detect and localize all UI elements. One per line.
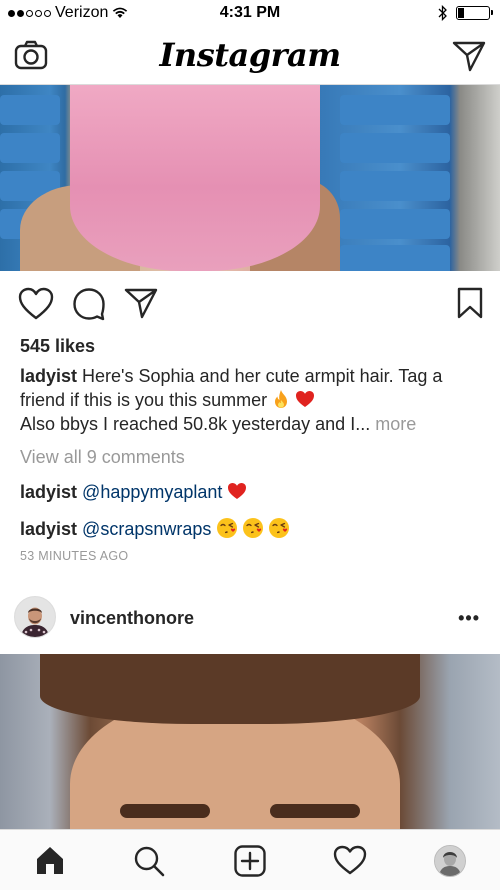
comment-mention[interactable]: @happymyaplant [82, 482, 222, 502]
post-image[interactable] [0, 85, 500, 271]
comment-icon[interactable] [72, 287, 106, 321]
user-avatar[interactable] [14, 596, 56, 638]
profile-avatar[interactable] [434, 845, 466, 877]
new-post-icon[interactable] [234, 845, 266, 877]
caption-username[interactable]: ladyist [20, 366, 77, 386]
paper-plane-icon[interactable] [452, 40, 486, 72]
post-header: vincenthonore ••• [0, 594, 500, 646]
face-blowing-kiss-emoji-icon [269, 518, 290, 538]
red-heart-emoji-icon [296, 391, 315, 407]
status-time: 4:31 PM [219, 4, 281, 21]
post-caption: ladyist Here's Sophia and her cute armpi… [20, 364, 482, 436]
bottom-tab-bar [0, 829, 500, 890]
status-right [438, 5, 493, 21]
fire-emoji-icon [275, 390, 288, 408]
face-blowing-kiss-emoji-icon [243, 518, 264, 538]
view-all-comments-link[interactable]: View all 9 comments [20, 447, 185, 468]
post-actions [0, 283, 500, 327]
comment-row: ladyist @happymyaplant [20, 482, 247, 503]
comment-row: ladyist @scrapsnwraps [20, 517, 294, 540]
top-navigation: Instagram [0, 26, 500, 85]
caption-more-link[interactable]: more [375, 414, 416, 434]
bluetooth-icon [438, 5, 447, 21]
search-icon[interactable] [133, 845, 165, 877]
post-timestamp: 53 MINUTES AGO [20, 549, 129, 563]
face-blowing-kiss-emoji-icon [217, 518, 238, 538]
comment-mention[interactable]: @scrapsnwraps [82, 519, 211, 539]
post-username[interactable]: vincenthonore [70, 608, 194, 629]
like-heart-icon[interactable] [18, 287, 54, 321]
share-icon[interactable] [124, 287, 158, 319]
more-options-icon[interactable]: ••• [458, 608, 480, 629]
activity-heart-icon[interactable] [333, 845, 367, 875]
like-count[interactable]: 545 likes [20, 336, 95, 357]
red-heart-emoji-icon [228, 483, 247, 499]
caption-text-continued: Also bbys I reached 50.8k yesterday and … [20, 414, 371, 434]
comment-username[interactable]: ladyist [20, 519, 77, 539]
app-logo: Instagram [159, 36, 341, 74]
bookmark-icon[interactable] [457, 287, 483, 319]
caption-text: Here's Sophia and her cute armpit hair. … [20, 366, 443, 410]
post-image[interactable] [0, 654, 500, 829]
home-icon[interactable] [34, 845, 66, 875]
battery-icon [456, 6, 493, 20]
comment-username[interactable]: ladyist [20, 482, 77, 502]
status-bar: Verizon 4:31 PM [0, 0, 500, 26]
